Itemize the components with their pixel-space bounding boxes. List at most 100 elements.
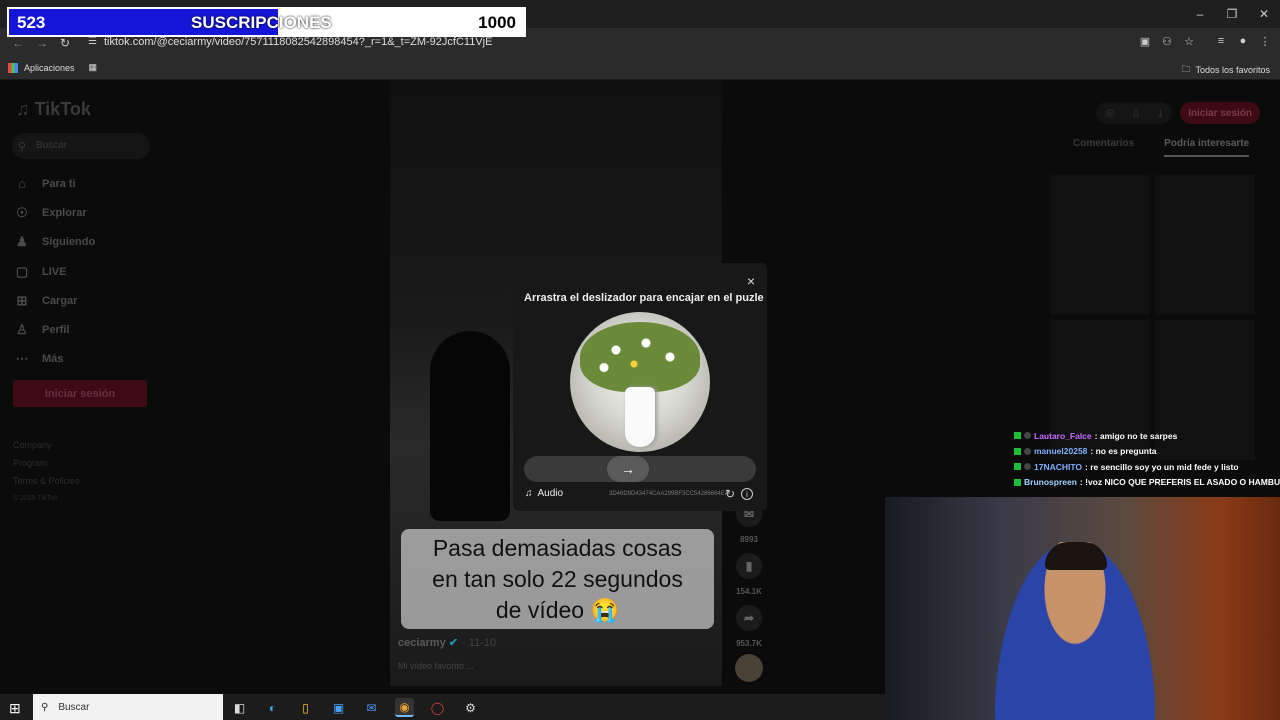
forward-icon[interactable]: → <box>36 36 48 50</box>
store-icon[interactable]: ▣ <box>329 698 348 717</box>
audio-button[interactable]: ♫ Audio <box>525 488 563 499</box>
video-author[interactable]: ceciarmy ✔ · 11-10 <box>398 636 496 649</box>
profile-avatar-icon[interactable]: ● <box>1236 34 1250 48</box>
edge-icon[interactable]: ◐ <box>263 698 282 717</box>
download-icon[interactable]: ⤓ <box>1158 108 1162 119</box>
compass-icon: ☉ <box>16 204 28 220</box>
nav-item-cargar[interactable]: ⊞ Cargar <box>14 286 95 315</box>
bookmarks-bar: Aplicaciones ▦ 🗀 Todos los favoritos <box>0 56 1280 80</box>
kick-badge-icon <box>1014 478 1021 486</box>
kick-badge-icon <box>1014 463 1021 471</box>
video-figure <box>430 331 510 521</box>
footer-terms[interactable]: Terms & Policies <box>13 472 80 490</box>
mail-icon[interactable]: ✉ <box>362 698 381 717</box>
tab-interest[interactable]: Podría interesarte <box>1164 138 1250 157</box>
site-info-icon[interactable]: ☰ <box>88 36 97 47</box>
chat-user: Lautaro_Falce <box>1034 430 1092 441</box>
file-explorer-icon[interactable]: ▯ <box>296 698 315 717</box>
kick-badge-icon <box>1014 447 1021 455</box>
nav-item-live[interactable]: ▢ LIVE <box>14 257 95 286</box>
nav-item-mas[interactable]: ⋯ Más <box>14 345 95 374</box>
side-nav: ⌂ Para ti ☉ Explorar ♟ Siguiendo ▢ LIVE ⊞ Car… <box>14 169 96 374</box>
apps-icon <box>8 62 18 73</box>
logo-text: TikTok <box>34 99 91 119</box>
playlist-icon[interactable]: ≡ <box>1214 34 1228 48</box>
footer-company[interactable]: Company <box>13 436 80 454</box>
top-icons-pill: ◎ ▯ ⤓ <box>1096 102 1173 124</box>
user-badge-icon <box>1024 463 1031 471</box>
captcha-slider-handle[interactable]: → <box>607 456 649 482</box>
thumbnail[interactable] <box>1155 175 1255 315</box>
minimize-icon[interactable]: – <box>1184 0 1216 28</box>
sub-current: 523 <box>17 13 46 32</box>
chat-user: manuel20258 <box>1034 446 1088 457</box>
nav-label: Para ti <box>42 177 76 190</box>
nav-item-siguiendo[interactable]: ♟ Siguiendo <box>14 228 95 257</box>
bookmark-apps[interactable]: Aplicaciones <box>24 63 75 73</box>
profile-icon: ♙ <box>16 322 28 338</box>
streamer-hair <box>1045 542 1107 570</box>
nav-item-perfil[interactable]: ♙ Perfil <box>14 315 95 344</box>
captcha-slider-track[interactable]: → <box>524 456 756 482</box>
following-icon: ♟ <box>16 234 28 250</box>
cast-icon[interactable]: ▣ <box>1138 34 1152 48</box>
info-icon[interactable]: i <box>741 488 753 500</box>
reload-icon[interactable]: ↻ <box>60 36 70 50</box>
address-bar[interactable]: tiktok.com/@ceciarmy/video/7571118082542… <box>104 36 492 48</box>
device-icon[interactable]: ▯ <box>1133 108 1139 119</box>
chat-user: 17NACHITO <box>1034 461 1083 472</box>
task-view-icon[interactable]: ◧ <box>230 698 249 717</box>
right-tabs: Comentarios Podría interesarte <box>1073 138 1250 157</box>
flowers-image <box>580 322 700 392</box>
audio-label: Audio <box>537 488 564 499</box>
search-icon: ⚲ <box>41 701 49 713</box>
nav-label: Siguiendo <box>42 236 96 249</box>
chat-line: 17NACHITO: re sencillo soy yo un mid fed… <box>1014 459 1280 475</box>
close-icon[interactable]: × <box>747 273 755 289</box>
bookmark-star-icon[interactable]: ☆ <box>1182 34 1196 48</box>
share-count: 953.7K <box>736 639 762 648</box>
caption-line: de vídeo 😭 <box>495 597 620 623</box>
chat-message: : re sencillo soy yo un mid fede y listo <box>1085 461 1239 472</box>
bookmark-icon: ▮ <box>736 553 762 579</box>
save-action[interactable]: ▮ 154.1K <box>734 553 764 605</box>
search-input[interactable]: Buscar <box>12 133 150 159</box>
nav-item-explorar[interactable]: ☉ Explorar <box>14 198 95 227</box>
video-date: · 11-10 <box>462 637 497 649</box>
nav-label: Perfil <box>42 324 70 337</box>
suggested-thumbnails <box>1050 175 1255 460</box>
login-button-top[interactable]: Iniciar sesión <box>1180 102 1260 124</box>
nav-label: Más <box>42 353 64 366</box>
all-bookmarks[interactable]: Todos los favoritos <box>1195 65 1270 75</box>
coin-icon[interactable]: ◎ <box>1106 108 1115 119</box>
restore-icon[interactable]: ❐ <box>1216 0 1248 28</box>
chrome-icon[interactable]: ◉ <box>395 698 414 717</box>
puzzle-image <box>570 312 710 452</box>
nav-label: LIVE <box>42 265 67 278</box>
creator-avatar[interactable] <box>735 654 763 682</box>
login-button-sidebar[interactable]: Iniciar sesión <box>13 380 147 407</box>
windows-start-icon[interactable]: ⊞ <box>9 700 21 717</box>
grid-icon[interactable]: ▦ <box>89 62 98 73</box>
copyright: © 2025 TikTok <box>13 495 58 502</box>
user-badge-icon <box>1024 447 1031 455</box>
taskbar-search[interactable]: ⚲ Buscar <box>33 694 223 720</box>
back-icon[interactable]: ← <box>12 36 24 50</box>
tab-comments[interactable]: Comentarios <box>1073 138 1134 157</box>
share-action[interactable]: ➦ 953.7K <box>734 605 764 657</box>
video-description: Mi vídeo favorito ... <box>398 661 475 671</box>
user-badge-icon <box>1024 432 1031 440</box>
footer-program[interactable]: Program <box>13 454 80 472</box>
refresh-icon[interactable]: ↻ <box>725 487 735 501</box>
nav-item-para-ti[interactable]: ⌂ Para ti <box>14 169 95 198</box>
translate-icon[interactable]: ⚇ <box>1160 34 1174 48</box>
close-icon[interactable]: ✕ <box>1248 0 1280 28</box>
obs-icon[interactable]: ◯ <box>428 698 447 717</box>
sub-goal: 1000 <box>478 13 516 32</box>
captcha-code: 3D46D9D43474CAA299BF3CC54286664EA <box>609 491 729 497</box>
thumbnail[interactable] <box>1050 175 1150 315</box>
menu-icon[interactable]: ⋮ <box>1258 34 1272 48</box>
tiktok-logo[interactable]: ♫ TikTok <box>16 99 91 120</box>
settings-icon[interactable]: ⚙ <box>461 698 480 717</box>
chat-message: : amigo no te sarpes <box>1094 430 1178 441</box>
